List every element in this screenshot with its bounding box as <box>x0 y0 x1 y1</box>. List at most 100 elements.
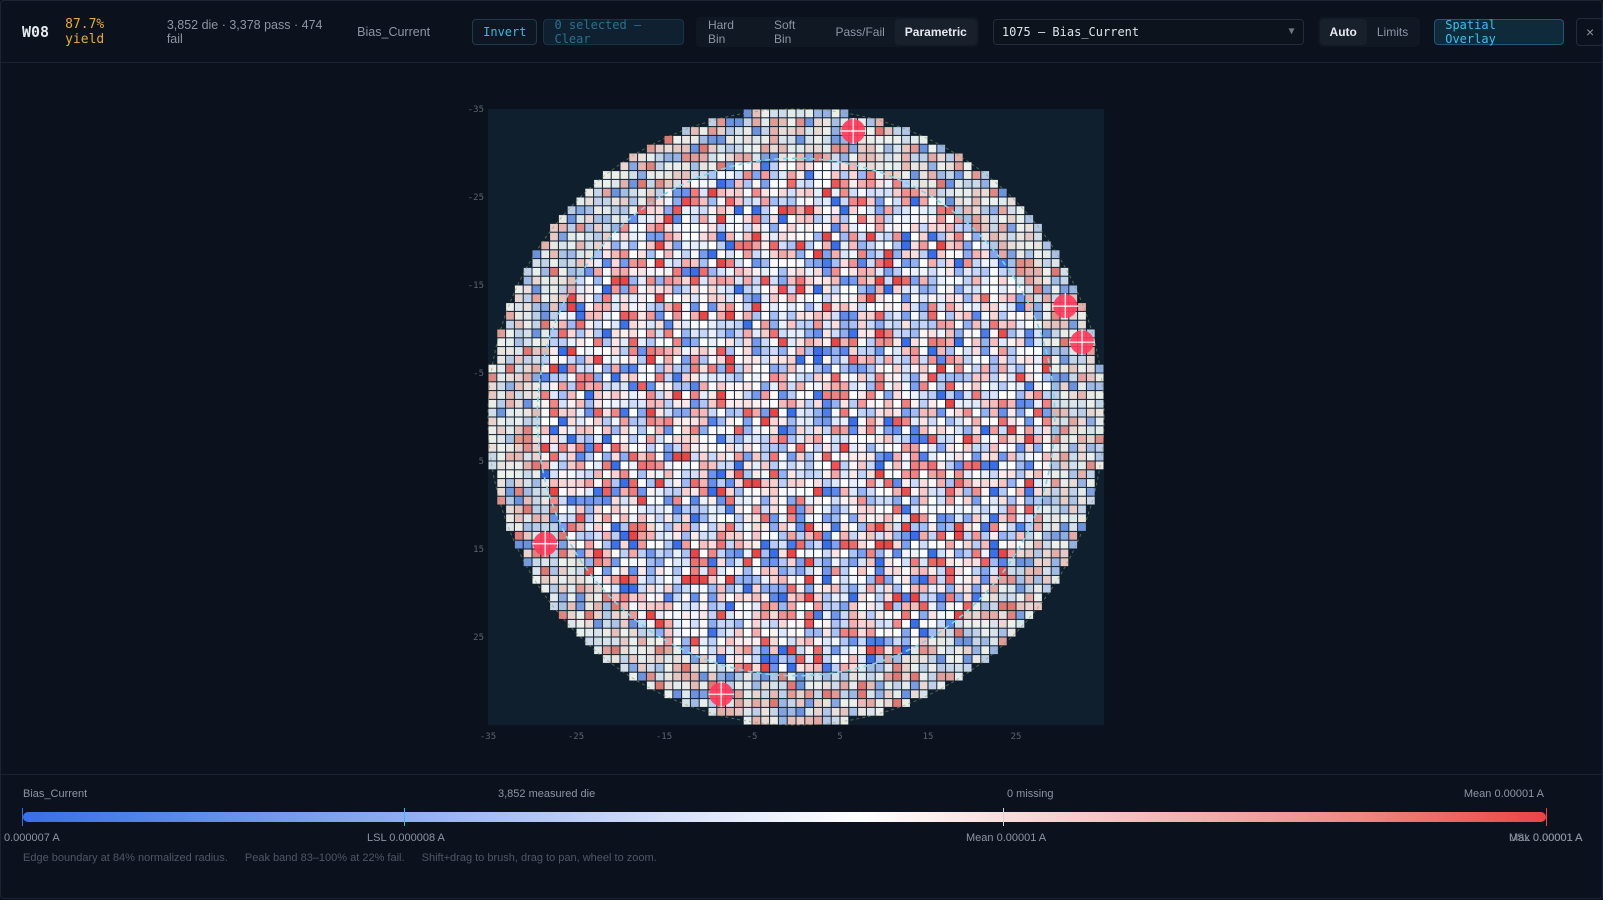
die-cell[interactable] <box>787 628 796 637</box>
die-cell[interactable] <box>990 215 998 223</box>
die-cell[interactable] <box>761 461 770 470</box>
die-cell[interactable] <box>1007 479 1016 487</box>
die-cell[interactable] <box>558 259 567 267</box>
die-cell[interactable] <box>682 619 690 628</box>
die-cell[interactable] <box>550 232 558 241</box>
die-cell[interactable] <box>875 294 884 303</box>
die-cell[interactable] <box>919 250 928 259</box>
die-cell[interactable] <box>497 391 506 399</box>
die-cell[interactable] <box>884 540 893 549</box>
die-cell[interactable] <box>673 567 682 575</box>
die-cell[interactable] <box>919 496 928 505</box>
die-cell[interactable] <box>1016 602 1025 611</box>
die-cell[interactable] <box>594 399 602 408</box>
die-cell[interactable] <box>629 514 638 523</box>
die-cell[interactable] <box>611 461 620 470</box>
die-cell[interactable] <box>990 479 998 487</box>
die-cell[interactable] <box>822 619 831 628</box>
die-cell[interactable] <box>690 267 699 276</box>
die-cell[interactable] <box>884 470 893 479</box>
die-cell[interactable] <box>954 171 963 179</box>
die-cell[interactable] <box>602 408 611 417</box>
die-cell[interactable] <box>902 681 910 690</box>
die-cell[interactable] <box>1042 250 1051 259</box>
die-cell[interactable] <box>937 479 946 487</box>
die-cell[interactable] <box>761 391 770 399</box>
die-cell[interactable] <box>638 250 646 259</box>
die-cell[interactable] <box>875 523 884 531</box>
die-cell[interactable] <box>664 655 673 663</box>
die-cell[interactable] <box>664 303 673 311</box>
die-cell[interactable] <box>655 611 664 619</box>
tab-auto[interactable]: Auto <box>1319 18 1367 45</box>
die-cell[interactable] <box>620 188 629 197</box>
die-cell[interactable] <box>910 681 919 690</box>
die-cell[interactable] <box>611 294 620 303</box>
die-cell[interactable] <box>638 514 646 523</box>
die-cell[interactable] <box>532 487 541 496</box>
die-cell[interactable] <box>778 417 787 426</box>
die-cell[interactable] <box>858 479 866 487</box>
die-cell[interactable] <box>805 593 814 602</box>
die-cell[interactable] <box>928 223 937 232</box>
die-cell[interactable] <box>954 355 963 364</box>
die-cell[interactable] <box>972 408 981 417</box>
die-cell[interactable] <box>690 461 699 470</box>
die-cell[interactable] <box>814 135 822 144</box>
die-cell[interactable] <box>682 663 690 672</box>
die-cell[interactable] <box>752 408 761 417</box>
die-cell[interactable] <box>831 584 840 593</box>
die-cell[interactable] <box>849 267 858 276</box>
die-cell[interactable] <box>919 435 928 443</box>
die-cell[interactable] <box>902 426 910 435</box>
die-cell[interactable] <box>1051 496 1060 505</box>
die-cell[interactable] <box>787 399 796 408</box>
die-cell[interactable] <box>770 303 778 311</box>
die-cell[interactable] <box>523 382 532 391</box>
die-cell[interactable] <box>787 232 796 241</box>
die-cell[interactable] <box>1078 417 1086 426</box>
die-cell[interactable] <box>972 531 981 540</box>
die-cell[interactable] <box>831 496 840 505</box>
die-cell[interactable] <box>734 320 743 329</box>
die-cell[interactable] <box>884 663 893 672</box>
die-cell[interactable] <box>594 549 602 558</box>
die-cell[interactable] <box>893 144 902 153</box>
die-cell[interactable] <box>822 223 831 232</box>
die-cell[interactable] <box>902 311 910 320</box>
die-cell[interactable] <box>585 364 594 373</box>
die-cell[interactable] <box>734 452 743 461</box>
die-cell[interactable] <box>585 417 594 426</box>
die-cell[interactable] <box>866 619 875 628</box>
die-cell[interactable] <box>664 487 673 496</box>
die-cell[interactable] <box>743 699 752 707</box>
die-cell[interactable] <box>567 320 576 329</box>
die-cell[interactable] <box>858 461 866 470</box>
die-cell[interactable] <box>919 232 928 241</box>
die-cell[interactable] <box>849 215 858 223</box>
die-cell[interactable] <box>761 470 770 479</box>
die-cell[interactable] <box>576 435 585 443</box>
die-cell[interactable] <box>664 417 673 426</box>
die-cell[interactable] <box>858 188 866 197</box>
die-cell[interactable] <box>752 426 761 435</box>
die-cell[interactable] <box>690 162 699 171</box>
die-cell[interactable] <box>708 655 717 663</box>
die-cell[interactable] <box>972 320 981 329</box>
die-cell[interactable] <box>770 655 778 663</box>
die-cell[interactable] <box>875 646 884 655</box>
die-cell[interactable] <box>875 153 884 162</box>
die-cell[interactable] <box>875 540 884 549</box>
die-cell[interactable] <box>1016 443 1025 452</box>
die-cell[interactable] <box>752 320 761 329</box>
die-cell[interactable] <box>928 232 937 241</box>
die-cell[interactable] <box>708 135 717 144</box>
die-cell[interactable] <box>814 285 822 294</box>
die-cell[interactable] <box>963 215 972 223</box>
die-cell[interactable] <box>646 443 655 452</box>
die-cell[interactable] <box>726 426 734 435</box>
die-cell[interactable] <box>884 575 893 584</box>
spatial-overlay-button[interactable]: Spatial Overlay <box>1434 18 1565 46</box>
die-cell[interactable] <box>822 646 831 655</box>
die-cell[interactable] <box>937 153 946 162</box>
